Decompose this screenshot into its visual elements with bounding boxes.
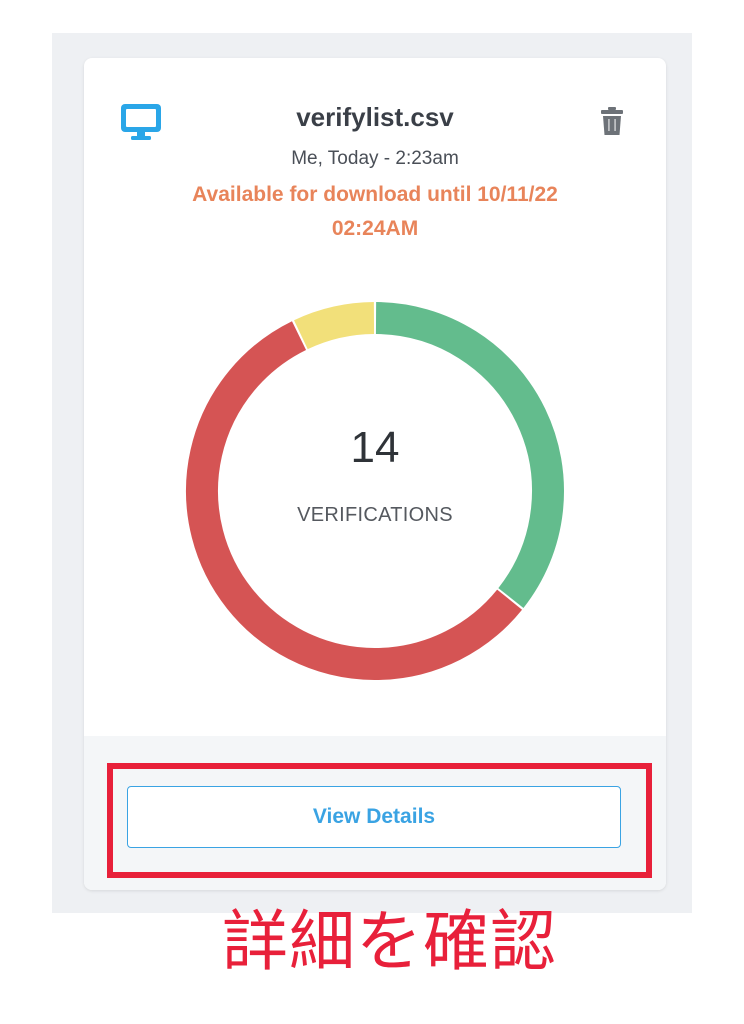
file-meta: Me, Today - 2:23am — [291, 148, 459, 169]
donut-segment-1 — [186, 321, 523, 680]
donut-segment-2 — [294, 302, 375, 350]
verification-count: 14 — [350, 423, 400, 472]
view-details-button[interactable]: View Details — [127, 786, 621, 848]
annotation-text: 詳細を確認 — [222, 903, 557, 980]
trash-icon[interactable] — [599, 106, 625, 136]
verification-donut-chart — [186, 302, 564, 680]
file-card: verifylist.csv Me, Today - 2:23am Availa… — [84, 58, 666, 890]
file-name: verifylist.csv — [296, 102, 454, 132]
verification-label: VERIFICATIONS — [297, 504, 453, 526]
availability-notice: Available for download until 10/11/22 02… — [192, 183, 558, 240]
